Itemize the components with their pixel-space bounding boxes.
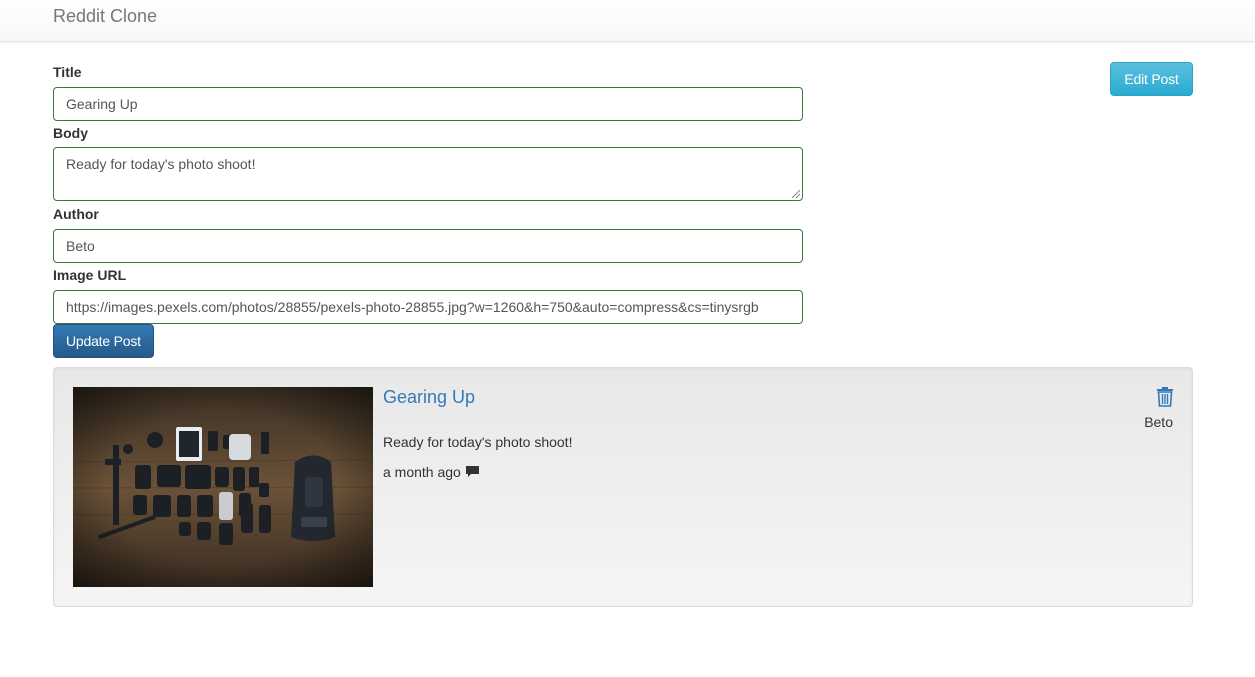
update-post-button[interactable]: Update Post <box>53 324 154 358</box>
image-url-input[interactable]: https://images.pexels.com/photos/28855/p… <box>53 290 803 324</box>
post-meta: a month ago <box>383 463 480 481</box>
body-label: Body <box>53 125 88 141</box>
title-input[interactable]: Gearing Up <box>53 87 803 121</box>
post-image <box>73 387 373 587</box>
post-card: Gearing Up Ready for today's photo shoot… <box>53 367 1193 607</box>
title-label: Title <box>53 64 82 80</box>
post-body: Ready for today's photo shoot! <box>383 434 573 450</box>
author-label: Author <box>53 206 99 222</box>
brand-link[interactable]: Reddit Clone <box>53 6 157 26</box>
trash-icon[interactable] <box>1155 386 1175 407</box>
navbar: Reddit Clone <box>0 0 1255 42</box>
image-url-label: Image URL <box>53 267 127 283</box>
body-textarea[interactable]: Ready for today's photo shoot! <box>53 147 803 201</box>
resize-grip-icon[interactable] <box>792 190 800 198</box>
edit-post-form: Title Gearing Up Body Ready for today's … <box>53 64 803 358</box>
post-title-link[interactable]: Gearing Up <box>383 386 475 408</box>
post-author: Beto <box>1144 414 1173 430</box>
post-timestamp: a month ago <box>383 464 461 480</box>
edit-post-button[interactable]: Edit Post <box>1110 62 1193 96</box>
body-textarea-value: Ready for today's photo shoot! <box>66 156 256 172</box>
comment-icon[interactable] <box>465 465 480 479</box>
author-input[interactable]: Beto <box>53 229 803 263</box>
